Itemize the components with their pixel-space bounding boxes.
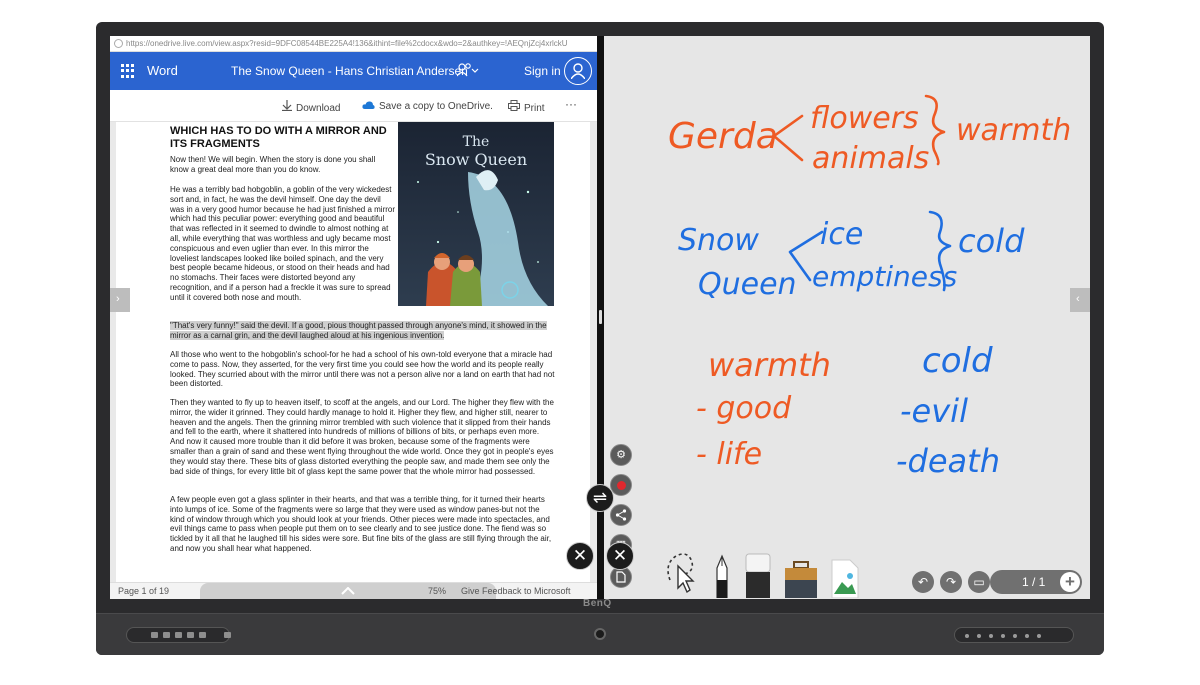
book-cover-image: The Snow Queen: [398, 122, 554, 306]
selected-text: "That's very funny!" said the devil. If …: [170, 321, 547, 340]
close-left-pane-icon[interactable]: ✕: [566, 542, 594, 570]
feedback-link[interactable]: Give Feedback to Microsoft: [461, 586, 571, 596]
paragraph-4: All those who went to the hobgoblin's sc…: [170, 350, 555, 389]
paragraph-2: He was a terribly bad hobgoblin, a gobli…: [170, 185, 396, 302]
lasso-select-icon[interactable]: [662, 550, 698, 598]
download-icon: [282, 100, 292, 114]
divider-grip[interactable]: [599, 310, 602, 324]
share-icon[interactable]: [610, 504, 632, 526]
whiteboard-canvas[interactable]: Gerda flowers animals warmth Snow Queen …: [604, 36, 1090, 566]
screen: https://onedrive.live.com/view.aspx?resi…: [110, 36, 1090, 599]
document-title: The Snow Queen - Hans Christian Andersen: [231, 64, 468, 78]
download-button[interactable]: Download: [282, 100, 340, 114]
print-button[interactable]: Print: [508, 100, 545, 114]
front-buttons[interactable]: [954, 627, 1074, 643]
note-warmth-top: warmth: [956, 113, 1071, 148]
left-pane-expand-tab[interactable]: ›: [110, 288, 130, 312]
eraser-tool-icon[interactable]: [744, 552, 772, 598]
image-insert-icon[interactable]: [830, 554, 860, 598]
redo-icon[interactable]: ↷: [940, 571, 962, 593]
chevron-left-icon: ‹: [1076, 293, 1080, 305]
bracket-gerda: [772, 114, 804, 162]
globe-icon: [114, 39, 123, 48]
front-panel: [96, 613, 1104, 655]
split-screen-divider[interactable]: [597, 36, 604, 599]
note-evil: -evil: [900, 392, 968, 430]
onedrive-cloud-icon: [362, 100, 375, 112]
page-indicator: 1 / 1: [1022, 575, 1046, 589]
swap-panes-icon[interactable]: ⇌: [586, 484, 614, 512]
whiteboard-toolbar: ↶ ↷ ▭ 1 / 1 +: [604, 553, 1090, 599]
note-life: - life: [696, 437, 762, 472]
chevron-right-icon: ›: [116, 293, 120, 305]
pen-tool-icon[interactable]: [712, 554, 732, 598]
print-label: Print: [524, 103, 545, 114]
note-death: -death: [896, 442, 1000, 480]
chapter-heading: WHICH HAS TO DO WITH A MIRROR AND ITS FR…: [170, 125, 387, 150]
avatar-icon[interactable]: [564, 57, 592, 85]
viewer-ribbon: Download Save a copy to OneDrive. Print …: [110, 90, 597, 122]
add-page-icon[interactable]: +: [1060, 572, 1080, 592]
toolbox-case-icon[interactable]: [784, 560, 818, 598]
note-cold-column: cold: [922, 341, 993, 381]
zoom-level[interactable]: 75%: [428, 586, 446, 596]
close-right-pane-icon[interactable]: ✕: [606, 542, 634, 570]
url-text: https://onedrive.live.com/view.aspx?resi…: [126, 39, 568, 48]
word-header: Word The Snow Queen - Hans Christian And…: [110, 52, 597, 90]
printer-icon: [508, 100, 520, 114]
note-warmth-column: warmth: [708, 346, 831, 384]
chevron-up-icon: [341, 587, 355, 595]
document-page: WHICH HAS TO DO WITH A MIRROR AND ITS FR…: [116, 122, 590, 582]
paragraph-1: Now then! We will begin. When the story …: [170, 155, 376, 174]
note-animals: animals: [812, 141, 929, 176]
save-copy-label: Save a copy to OneDrive.: [379, 101, 493, 112]
note-snow: Snow: [678, 223, 759, 258]
display-monitor: https://onedrive.live.com/view.aspx?resi…: [96, 22, 1104, 655]
note-good: - good: [696, 391, 792, 426]
screen-mirror-icon[interactable]: ▭: [968, 571, 990, 593]
paragraph-6: A few people even got a glass splinter i…: [170, 495, 552, 553]
note-gerda: Gerda: [668, 116, 778, 157]
right-pane-expand-tab[interactable]: ‹: [1070, 288, 1090, 312]
whiteboard-pane[interactable]: Gerda flowers animals warmth Snow Queen …: [604, 36, 1090, 599]
sign-in-link[interactable]: Sign in: [524, 64, 561, 78]
nfc-icon: [224, 632, 231, 638]
note-cold-top: cold: [958, 222, 1025, 260]
note-emptiness: emptiness: [812, 260, 957, 293]
note-queen: Queen: [698, 267, 797, 302]
toolbar-pull-tab[interactable]: [200, 583, 496, 599]
document-canvas[interactable]: WHICH HAS TO DO WITH A MIRROR AND ITS FR…: [110, 122, 597, 582]
brand-logo: BenQ: [583, 598, 612, 609]
page-count: Page 1 of 19: [118, 586, 170, 596]
status-bar: Page 1 of 19 75% Give Feedback to Micros…: [110, 582, 597, 599]
cover-title-line-1: The: [462, 134, 490, 150]
note-flowers: flowers: [810, 101, 919, 136]
app-name[interactable]: Word: [147, 63, 178, 78]
save-copy-button[interactable]: Save a copy to OneDrive.: [362, 100, 493, 112]
word-online-pane: https://onedrive.live.com/view.aspx?resi…: [110, 36, 597, 599]
camera-icon: [594, 628, 606, 640]
undo-icon[interactable]: ↶: [912, 571, 934, 593]
app-launcher-icon[interactable]: [121, 64, 135, 78]
address-bar[interactable]: https://onedrive.live.com/view.aspx?resi…: [110, 36, 597, 52]
share-people-icon[interactable]: [456, 63, 479, 80]
front-ports: [126, 627, 230, 643]
more-options-button[interactable]: ···: [565, 97, 577, 111]
cover-title-line-2: Snow Queen: [424, 150, 528, 169]
paragraph-3: "That's very funny!" said the devil. If …: [170, 321, 555, 341]
settings-gear-icon[interactable]: ⚙: [610, 444, 632, 466]
download-label: Download: [296, 103, 341, 114]
note-ice: ice: [820, 217, 863, 252]
page-navigator[interactable]: 1 / 1 +: [990, 570, 1082, 594]
paragraph-5: Then they wanted to fly up to heaven its…: [170, 398, 554, 476]
